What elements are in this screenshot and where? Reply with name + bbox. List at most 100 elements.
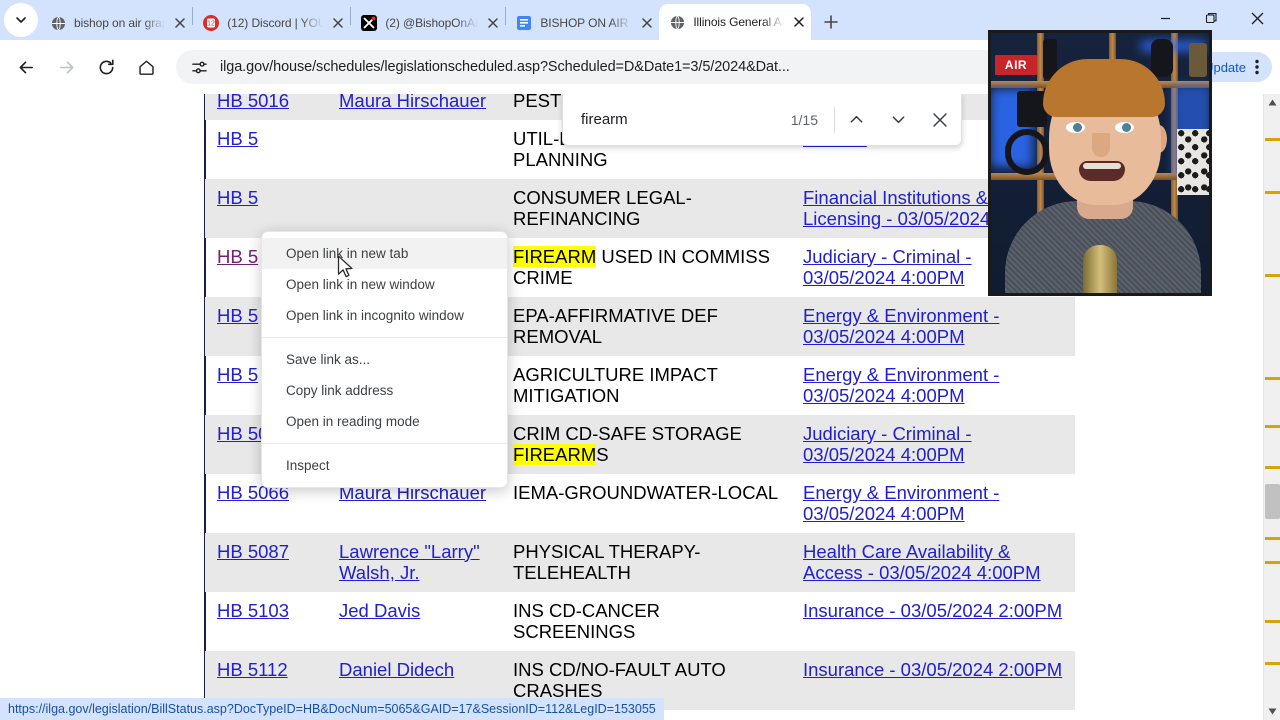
context-menu-separator bbox=[262, 337, 507, 338]
committee-link[interactable]: Judiciary - Criminal - 03/05/2024 4:00PM bbox=[803, 423, 972, 466]
address-bar[interactable]: ilga.gov/house/schedules/legislationsche… bbox=[176, 50, 1115, 84]
short-description-cell: INS CD-CANCER SCREENINGS bbox=[513, 599, 660, 643]
sponsor-link[interactable]: Daniel Didech bbox=[339, 659, 454, 680]
committee-link[interactable]: Energy & Environment - 03/05/2024 4:00PM bbox=[803, 364, 999, 407]
context-menu-item[interactable]: Save link as... bbox=[262, 344, 507, 375]
tab-discord[interactable]: 12 (12) Discord | YOU bbox=[193, 6, 350, 40]
committee-link[interactable]: Insurance - 03/05/2024 2:00PM bbox=[803, 659, 1062, 680]
short-description-cell: AGRICULTURE IMPACT MITIGATION bbox=[513, 363, 718, 407]
find-match-highlight: FIREARM bbox=[513, 444, 597, 465]
short-description-cell: CONSUMER LEGAL- REFINANCING bbox=[507, 178, 797, 238]
home-button[interactable] bbox=[128, 49, 164, 85]
page-scrollbar[interactable] bbox=[1263, 94, 1280, 720]
bill-number-link[interactable]: HB 5103 bbox=[217, 600, 289, 621]
webcam-overlay: AIR bbox=[988, 30, 1212, 296]
close-icon[interactable] bbox=[483, 13, 503, 33]
short-description-cell: FIREARM USED IN COMMISS CRIME bbox=[513, 245, 770, 288]
find-match-tick bbox=[1265, 466, 1280, 470]
committee-link[interactable]: Energy & Environment - 03/05/2024 4:00PM bbox=[803, 305, 999, 348]
committee-link[interactable]: Insurance - 03/05/2024 2:00PM bbox=[803, 600, 1062, 621]
find-match-tick bbox=[1265, 560, 1280, 564]
committee-cell: Energy & Environment - 03/05/2024 4:00PM bbox=[797, 356, 1075, 415]
site-settings-icon[interactable] bbox=[186, 54, 212, 80]
short-description-cell: IEMA-GROUNDWATER-LOCAL bbox=[513, 481, 779, 503]
committee-link[interactable]: Judiciary - Criminal - 03/05/2024 4:00PM bbox=[803, 246, 972, 289]
context-menu-item[interactable]: Open in reading mode bbox=[262, 406, 507, 437]
sponsor-cell: Lawrence "Larry" Walsh, Jr. bbox=[333, 532, 507, 592]
sponsor-link[interactable]: Lawrence "Larry" Walsh, Jr. bbox=[339, 541, 480, 584]
context-menu-item[interactable]: Open link in new window bbox=[262, 269, 507, 300]
sponsor-cell: Maura Hirschauer bbox=[333, 94, 507, 120]
close-icon[interactable] bbox=[170, 13, 190, 33]
webcam-person bbox=[991, 33, 1209, 293]
url-text[interactable]: ilga.gov/house/schedules/legislationsche… bbox=[212, 59, 1076, 75]
new-tab-button[interactable] bbox=[817, 8, 845, 36]
close-icon[interactable] bbox=[637, 13, 657, 33]
bill-number-link[interactable]: HB 5 bbox=[217, 187, 258, 208]
find-match-tick bbox=[1265, 620, 1280, 624]
close-icon[interactable] bbox=[789, 12, 809, 32]
find-match-highlight: FIREARM bbox=[513, 245, 597, 267]
scrollbar-thumb[interactable] bbox=[1265, 483, 1280, 520]
context-menu-item[interactable]: Copy link address bbox=[262, 375, 507, 406]
bill-number-link[interactable]: HB 5 bbox=[217, 364, 258, 385]
tab-x-bishoponair[interactable]: (2) @BishopOnAir bbox=[351, 6, 505, 40]
table-row: HB 5 CONSUMER LEGAL- REFINANCING Financial… bbox=[205, 178, 1075, 238]
committee-link[interactable]: Energy & Environment - 03/05/2024 4:00PM bbox=[803, 482, 999, 525]
back-button[interactable] bbox=[8, 49, 44, 85]
reload-button[interactable] bbox=[88, 49, 124, 85]
tab-illinois-general-assembly[interactable]: Illinois General As bbox=[659, 4, 812, 40]
find-previous-button[interactable] bbox=[835, 99, 877, 141]
tab-search-chevron-icon[interactable] bbox=[4, 3, 38, 37]
find-match-tick bbox=[1265, 137, 1280, 141]
tab-bishop-on-air-graphics[interactable]: bishop on air grap bbox=[40, 6, 192, 40]
person-eye-left bbox=[1066, 122, 1085, 133]
bill-number-link[interactable]: HB 5 bbox=[217, 246, 258, 267]
context-menu-item[interactable]: Open link in new tab bbox=[262, 238, 507, 269]
find-match-tick bbox=[1265, 190, 1280, 194]
committee-link[interactable]: Health Care Availability & Access - 03/0… bbox=[803, 541, 1041, 584]
sponsor-cell bbox=[333, 120, 507, 179]
find-input[interactable] bbox=[581, 111, 761, 128]
bill-number-link[interactable]: HB 5016 bbox=[217, 94, 289, 111]
microphone bbox=[1083, 245, 1117, 293]
bill-number-cell: HB 5016 bbox=[205, 94, 333, 120]
tab-bishop-on-air-doc[interactable]: BISHOP ON AIR - bbox=[506, 6, 659, 40]
tab-title: Illinois General As bbox=[693, 15, 788, 29]
sponsor-link[interactable]: Jed Davis bbox=[339, 600, 420, 621]
committee-cell: Energy & Environment - 03/05/2024 4:00PM bbox=[797, 296, 1075, 356]
scroll-up-arrow[interactable] bbox=[1264, 94, 1280, 111]
scroll-down-arrow[interactable] bbox=[1264, 703, 1280, 720]
status-bar-url: https://ilga.gov/legislation/BillStatus.… bbox=[0, 698, 664, 720]
find-match-tick bbox=[1265, 273, 1280, 277]
link-context-menu[interactable]: Open link in new tab Open link in new win… bbox=[261, 231, 508, 488]
sponsor-cell: Jed Davis bbox=[333, 592, 507, 651]
browser-menu-icon[interactable] bbox=[1246, 59, 1268, 75]
bill-number-link[interactable]: HB 5087 bbox=[217, 541, 289, 562]
table-row: HB 5103 Jed Davis INS CD-CANCER SCREENINGS… bbox=[205, 592, 1075, 651]
docs-icon bbox=[516, 15, 532, 31]
bill-number-link[interactable]: HB 5112 bbox=[217, 659, 288, 680]
committee-cell: Energy & Environment - 03/05/2024 4:00PM bbox=[797, 710, 1075, 720]
bill-number-cell: HB 5087 bbox=[205, 532, 333, 592]
person-eyebrow-right bbox=[1113, 113, 1136, 117]
browser-window: bishop on air grap 12 (12) Discord | YOU… bbox=[0, 0, 1280, 720]
close-window-button[interactable] bbox=[1234, 1, 1280, 35]
forward-button[interactable] bbox=[48, 49, 84, 85]
find-close-button[interactable] bbox=[919, 99, 961, 141]
bill-number-cell: HB 5 bbox=[205, 120, 333, 179]
context-menu-item[interactable]: Open link in incognito window bbox=[262, 300, 507, 331]
find-match-tick bbox=[1265, 661, 1280, 665]
short-description-cell: PHYSICAL THERAPY- TELEHEALTH bbox=[507, 532, 797, 592]
person-hair bbox=[1043, 59, 1165, 117]
close-icon[interactable] bbox=[328, 13, 348, 33]
find-match-tick bbox=[1265, 424, 1280, 428]
find-next-button[interactable] bbox=[877, 99, 919, 141]
bill-number-link[interactable]: HB 5 bbox=[217, 305, 258, 326]
committee-link[interactable]: Financial Institutions & Licensing - 03/… bbox=[803, 187, 990, 230]
bill-number-link[interactable]: HB 5 bbox=[217, 128, 258, 149]
context-menu-item[interactable]: Inspect bbox=[262, 450, 507, 481]
find-input-wrap: 1/15 bbox=[563, 111, 834, 128]
sponsor-link[interactable]: Maura Hirschauer bbox=[339, 94, 486, 111]
short-description-cell: EPA-AFFIRMATIVE DEF REMOVAL bbox=[507, 296, 797, 356]
